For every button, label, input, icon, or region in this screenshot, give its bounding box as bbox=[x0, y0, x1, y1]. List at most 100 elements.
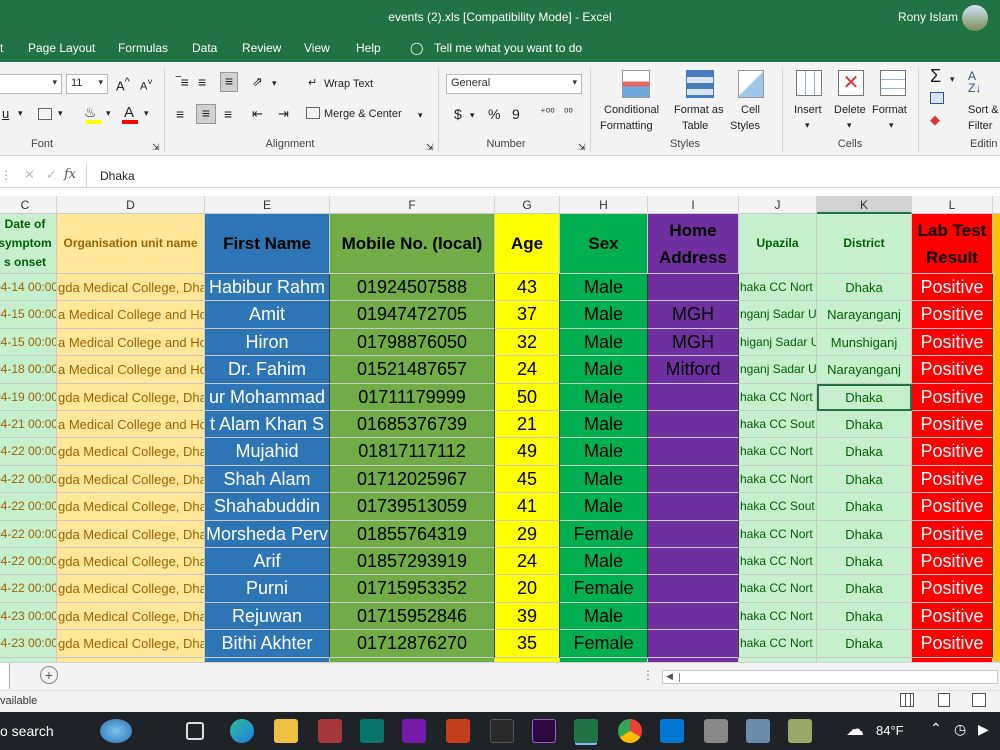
name-box-partial[interactable]: ⋮ bbox=[0, 168, 12, 182]
cell-f[interactable]: 01857293919 bbox=[330, 548, 495, 576]
excel-icon[interactable] bbox=[574, 719, 598, 743]
cell-g[interactable]: 43 bbox=[495, 274, 560, 302]
autosum-icon[interactable]: Σ bbox=[930, 66, 941, 87]
chevron-down-icon[interactable]: ▾ bbox=[889, 120, 894, 131]
cell-d[interactable]: gda Medical College, Dha bbox=[57, 493, 205, 521]
chevron-up-icon[interactable]: ⌃ bbox=[930, 720, 942, 737]
file-explorer-icon[interactable] bbox=[274, 719, 298, 743]
font-size-dropdown[interactable]: 11 ▾ bbox=[66, 74, 108, 94]
user-name[interactable]: Rony Islam bbox=[898, 10, 958, 24]
align-left-icon[interactable]: ≡ bbox=[176, 106, 184, 122]
cell-h[interactable]: Female bbox=[560, 575, 648, 603]
cell-e[interactable]: Morsheda Perv bbox=[205, 520, 330, 548]
cell-c[interactable]: 04-23 00:00 bbox=[0, 630, 57, 658]
chevron-down-icon[interactable]: ▾ bbox=[18, 108, 23, 119]
cell-styles-label-1[interactable]: Cell bbox=[741, 104, 760, 116]
tab-insert-partial[interactable]: t bbox=[0, 41, 3, 55]
tab-view[interactable]: View bbox=[304, 41, 330, 55]
cell-h[interactable]: Male bbox=[560, 383, 648, 411]
cell-d[interactable]: a Medical College and Ho bbox=[57, 328, 205, 357]
cell-e[interactable]: Hiron bbox=[205, 328, 330, 357]
cell-e[interactable]: t Alam Khan S bbox=[205, 411, 330, 439]
cell-j[interactable]: higanj Sadar U bbox=[739, 328, 817, 357]
percent-button[interactable]: % bbox=[488, 106, 500, 122]
cell-g[interactable]: 41 bbox=[495, 493, 560, 521]
tab-help[interactable]: Help bbox=[356, 41, 381, 55]
cell-k[interactable]: Dhaka bbox=[817, 438, 912, 466]
cell-d[interactable]: gda Medical College, Dha bbox=[57, 575, 205, 603]
currency-button[interactable]: $ bbox=[454, 106, 462, 122]
cell-j[interactable]: haka CC Nort bbox=[739, 383, 817, 411]
column-header-c[interactable]: C bbox=[0, 196, 57, 214]
cell-c[interactable]: 04-15 00:00 bbox=[0, 301, 57, 329]
cell-e[interactable]: Habibur Rahm bbox=[205, 274, 330, 302]
column-m-edge[interactable] bbox=[993, 214, 1000, 662]
header-cell-f[interactable]: Mobile No. (local) bbox=[330, 214, 495, 274]
premiere-icon[interactable] bbox=[532, 719, 556, 743]
chevron-down-icon[interactable]: ▾ bbox=[272, 78, 277, 89]
cell-d[interactable]: gda Medical College, Dha bbox=[57, 548, 205, 576]
decrease-decimal-button[interactable]: ⁰⁰ bbox=[564, 106, 573, 119]
insert-button[interactable]: Insert bbox=[794, 104, 822, 116]
grow-font-icon[interactable]: A^ bbox=[116, 76, 130, 93]
cell-f[interactable]: 01685376739 bbox=[330, 411, 495, 439]
conditional-formatting-label-2[interactable]: Formatting bbox=[600, 120, 653, 132]
tab-review[interactable]: Review bbox=[242, 41, 281, 55]
cell-l[interactable]: Positive bbox=[912, 493, 993, 521]
cell-g[interactable]: 37 bbox=[495, 301, 560, 329]
cell-e[interactable]: Amit bbox=[205, 301, 330, 329]
borders-icon[interactable] bbox=[38, 108, 52, 120]
chevron-down-icon[interactable]: ▾ bbox=[950, 74, 955, 85]
header-cell-i[interactable]: Home Address bbox=[648, 214, 739, 274]
cell-l[interactable]: Positive bbox=[912, 465, 993, 494]
wrap-text-icon[interactable]: ↵ bbox=[308, 76, 317, 89]
cell-l[interactable]: Positive bbox=[912, 630, 993, 658]
cell-l[interactable]: Positive bbox=[912, 602, 993, 631]
cell-l[interactable]: Positive bbox=[912, 575, 993, 603]
formula-input[interactable]: Dhaka bbox=[100, 169, 135, 183]
cell-f[interactable]: 01739513059 bbox=[330, 493, 495, 521]
insert-function-icon[interactable]: fx bbox=[64, 167, 76, 182]
chevron-down-icon[interactable]: ▾ bbox=[106, 108, 111, 119]
tell-me-box[interactable]: Tell me what you want to do bbox=[434, 41, 582, 55]
cell-j[interactable]: haka CC Sout bbox=[739, 411, 817, 439]
cell-i[interactable] bbox=[648, 602, 739, 631]
cell-h[interactable]: Male bbox=[560, 274, 648, 302]
cell-c[interactable]: 04-22 00:00 bbox=[0, 465, 57, 494]
cell-h[interactable]: Male bbox=[560, 438, 648, 466]
cell-k[interactable]: Narayanganj bbox=[817, 356, 912, 384]
cell-i[interactable] bbox=[648, 548, 739, 576]
format-as-table-icon[interactable] bbox=[686, 70, 714, 98]
cell-l[interactable]: Positive bbox=[912, 274, 993, 302]
cell-c[interactable]: 04-22 00:00 bbox=[0, 493, 57, 521]
chevron-down-icon[interactable]: ▾ bbox=[58, 108, 63, 119]
cell-l[interactable]: Positive bbox=[912, 301, 993, 329]
cell-k[interactable]: Dhaka bbox=[817, 602, 912, 631]
cell-l[interactable]: Positive bbox=[912, 548, 993, 576]
cell-j[interactable]: haka CC Nort bbox=[739, 602, 817, 631]
cell-h[interactable]: Male bbox=[560, 548, 648, 576]
header-cell-j[interactable]: Upazila bbox=[739, 214, 817, 274]
cell-l[interactable]: Positive bbox=[912, 328, 993, 357]
add-sheet-button[interactable]: + bbox=[40, 666, 58, 684]
cell-f[interactable]: 01521487657 bbox=[330, 356, 495, 384]
cell-h[interactable]: Male bbox=[560, 411, 648, 439]
cell-h[interactable]: Male bbox=[560, 356, 648, 384]
cortana-icon[interactable] bbox=[100, 719, 132, 743]
cell-h[interactable]: Male bbox=[560, 465, 648, 494]
cell-j[interactable]: haka CC Nort bbox=[739, 274, 817, 302]
cell-d[interactable]: gda Medical College, Dha bbox=[57, 630, 205, 658]
format-as-table-label-2[interactable]: Table bbox=[682, 120, 708, 132]
cell-c[interactable]: 04-18 00:00 bbox=[0, 356, 57, 384]
chevron-down-icon[interactable]: ▾ bbox=[847, 120, 852, 131]
header-cell-d[interactable]: Organisation unit name bbox=[57, 214, 205, 274]
align-top-icon[interactable]: ‾≡ bbox=[176, 74, 189, 90]
column-header-i[interactable]: I bbox=[648, 196, 739, 214]
sheet-tab[interactable] bbox=[0, 663, 10, 689]
sort-filter-icon[interactable]: A Z↓ bbox=[968, 70, 981, 94]
fill-color-icon[interactable]: ♨ bbox=[84, 104, 97, 121]
taskbar-search[interactable]: o search bbox=[0, 723, 54, 739]
cell-f[interactable]: 01798876050 bbox=[330, 328, 495, 357]
chevron-down-icon[interactable]: ▾ bbox=[470, 110, 475, 121]
cell-l[interactable]: Positive bbox=[912, 356, 993, 384]
